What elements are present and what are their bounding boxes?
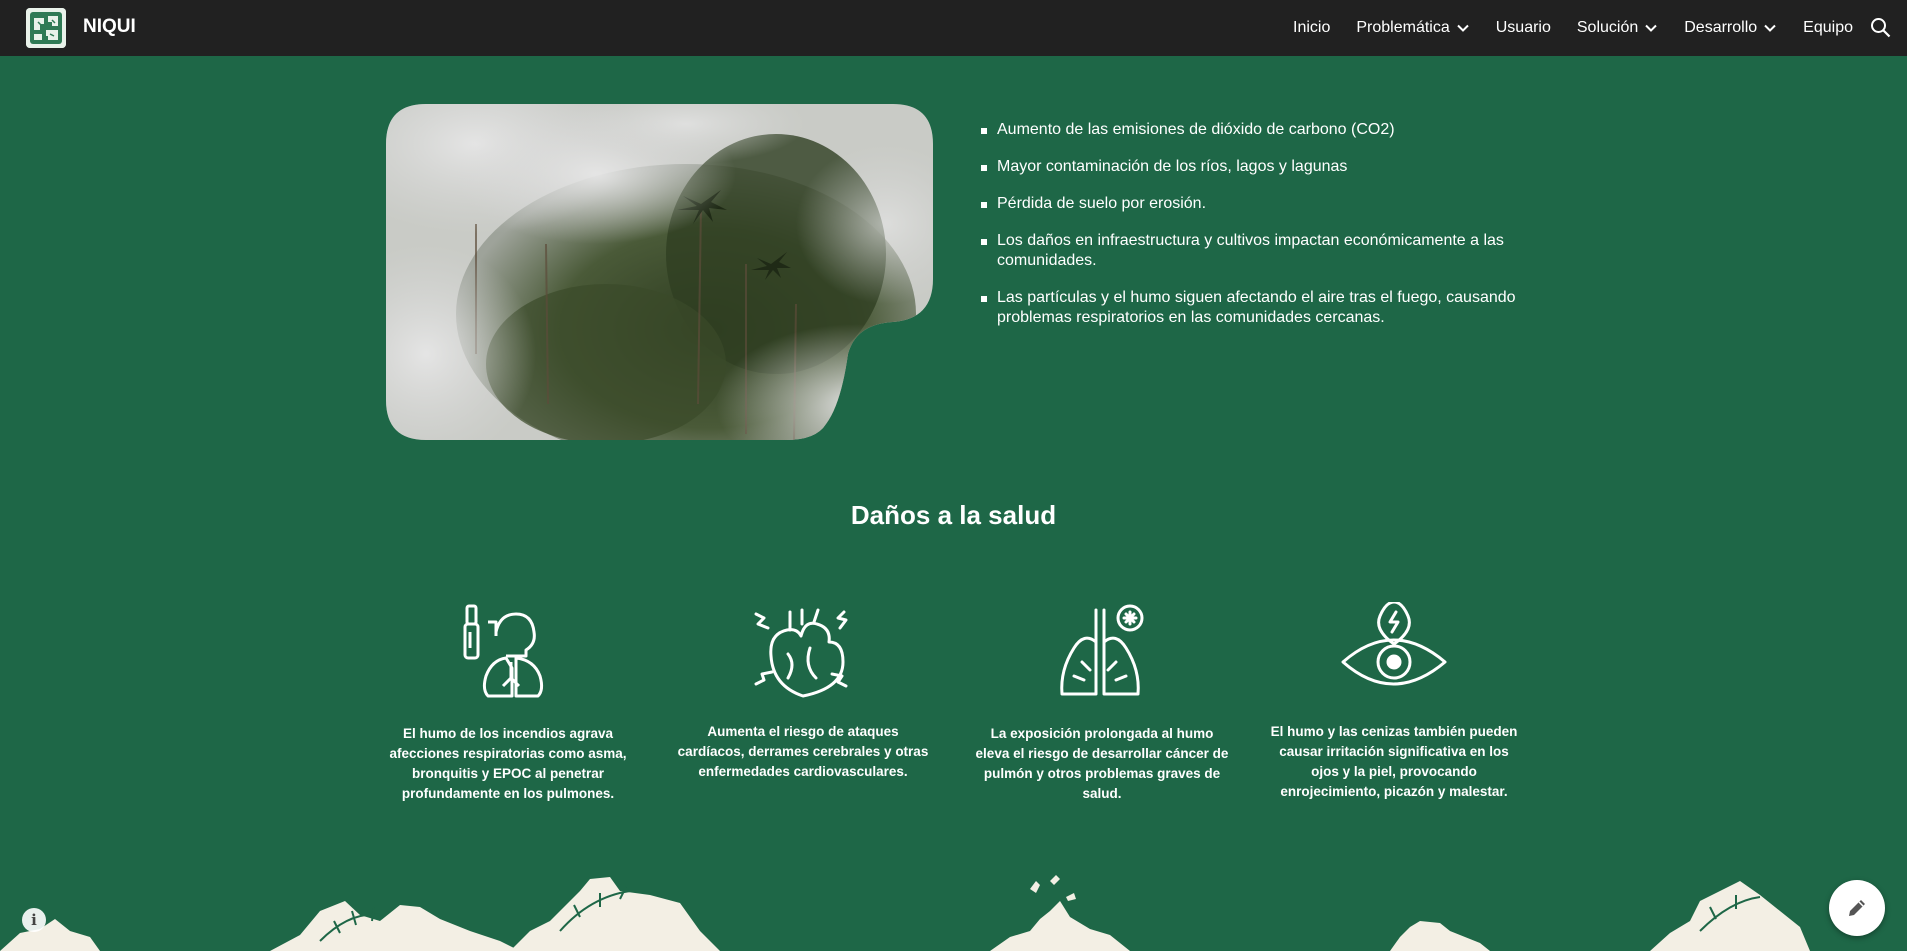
heart-icon bbox=[754, 608, 848, 698]
site-title[interactable]: NIQUI bbox=[83, 16, 136, 38]
top-nav-bar: NIQUI Inicio Problemática Usuario Soluci… bbox=[0, 0, 1907, 56]
nav-item-usuario[interactable]: Usuario bbox=[1496, 19, 1551, 37]
edit-button[interactable] bbox=[1829, 880, 1885, 936]
info-icon: i bbox=[31, 911, 37, 929]
nav-item-label: Problemática bbox=[1356, 19, 1450, 36]
health-card: El humo y las cenizas también pueden cau… bbox=[1267, 602, 1521, 802]
nav-item-problematica[interactable]: Problemática bbox=[1356, 19, 1469, 37]
health-card: El humo de los incendios agrava afeccion… bbox=[381, 602, 635, 804]
nav-item-label: Usuario bbox=[1495, 19, 1551, 36]
list-item: Aumento de las emisiones de dióxido de c… bbox=[980, 120, 1520, 140]
list-item: Pérdida de suelo por erosión. bbox=[980, 194, 1520, 214]
forest-fire-image bbox=[386, 104, 933, 440]
chevron-down-icon bbox=[1457, 24, 1469, 32]
impact-list: Aumento de las emisiones de dióxido de c… bbox=[980, 120, 1520, 345]
card-text: El humo y las cenizas también pueden cau… bbox=[1270, 724, 1518, 799]
search-icon bbox=[1871, 18, 1891, 38]
logo-icon bbox=[26, 8, 66, 48]
lungs-cancer-icon bbox=[1060, 604, 1144, 696]
list-item: Mayor contaminación de los ríos, lagos y… bbox=[980, 157, 1520, 177]
nav-item-inicio[interactable]: Inicio bbox=[1293, 19, 1330, 37]
nav-item-equipo[interactable]: Equipo bbox=[1803, 19, 1853, 37]
inhaler-lungs-icon bbox=[463, 604, 544, 698]
health-card: La exposición prolongada al humo eleva e… bbox=[975, 602, 1229, 804]
nav-item-solucion[interactable]: Solución bbox=[1577, 19, 1658, 37]
eye-irritation-icon bbox=[1341, 602, 1447, 686]
nav-item-label: Solución bbox=[1576, 19, 1639, 36]
card-text: Aumenta el riesgo de ataques cardíacos, … bbox=[677, 724, 929, 779]
site-logo[interactable] bbox=[26, 8, 66, 48]
info-button[interactable]: i bbox=[22, 908, 46, 932]
nav-item-desarrollo[interactable]: Desarrollo bbox=[1684, 19, 1777, 37]
chevron-down-icon bbox=[1764, 24, 1776, 32]
chevron-down-icon bbox=[1645, 24, 1657, 32]
section-title: Daños a la salud bbox=[850, 500, 1057, 530]
list-item: Las partículas y el humo siguen afectand… bbox=[980, 288, 1520, 328]
search-button[interactable] bbox=[1869, 16, 1893, 40]
nav-item-label: Inicio bbox=[1293, 19, 1331, 36]
main-nav: Inicio Problemática Usuario Solución Des… bbox=[1293, 0, 1853, 56]
card-text: La exposición prolongada al humo eleva e… bbox=[975, 726, 1229, 801]
pencil-icon bbox=[1849, 900, 1865, 916]
list-item: Los daños en infraestructura y cultivos … bbox=[980, 231, 1520, 271]
card-text: El humo de los incendios agrava afeccion… bbox=[389, 726, 627, 801]
health-card: Aumenta el riesgo de ataques cardíacos, … bbox=[676, 604, 930, 782]
foliage-decoration bbox=[0, 875, 1810, 951]
nav-item-label: Equipo bbox=[1803, 19, 1853, 36]
nav-item-label: Desarrollo bbox=[1684, 19, 1758, 36]
